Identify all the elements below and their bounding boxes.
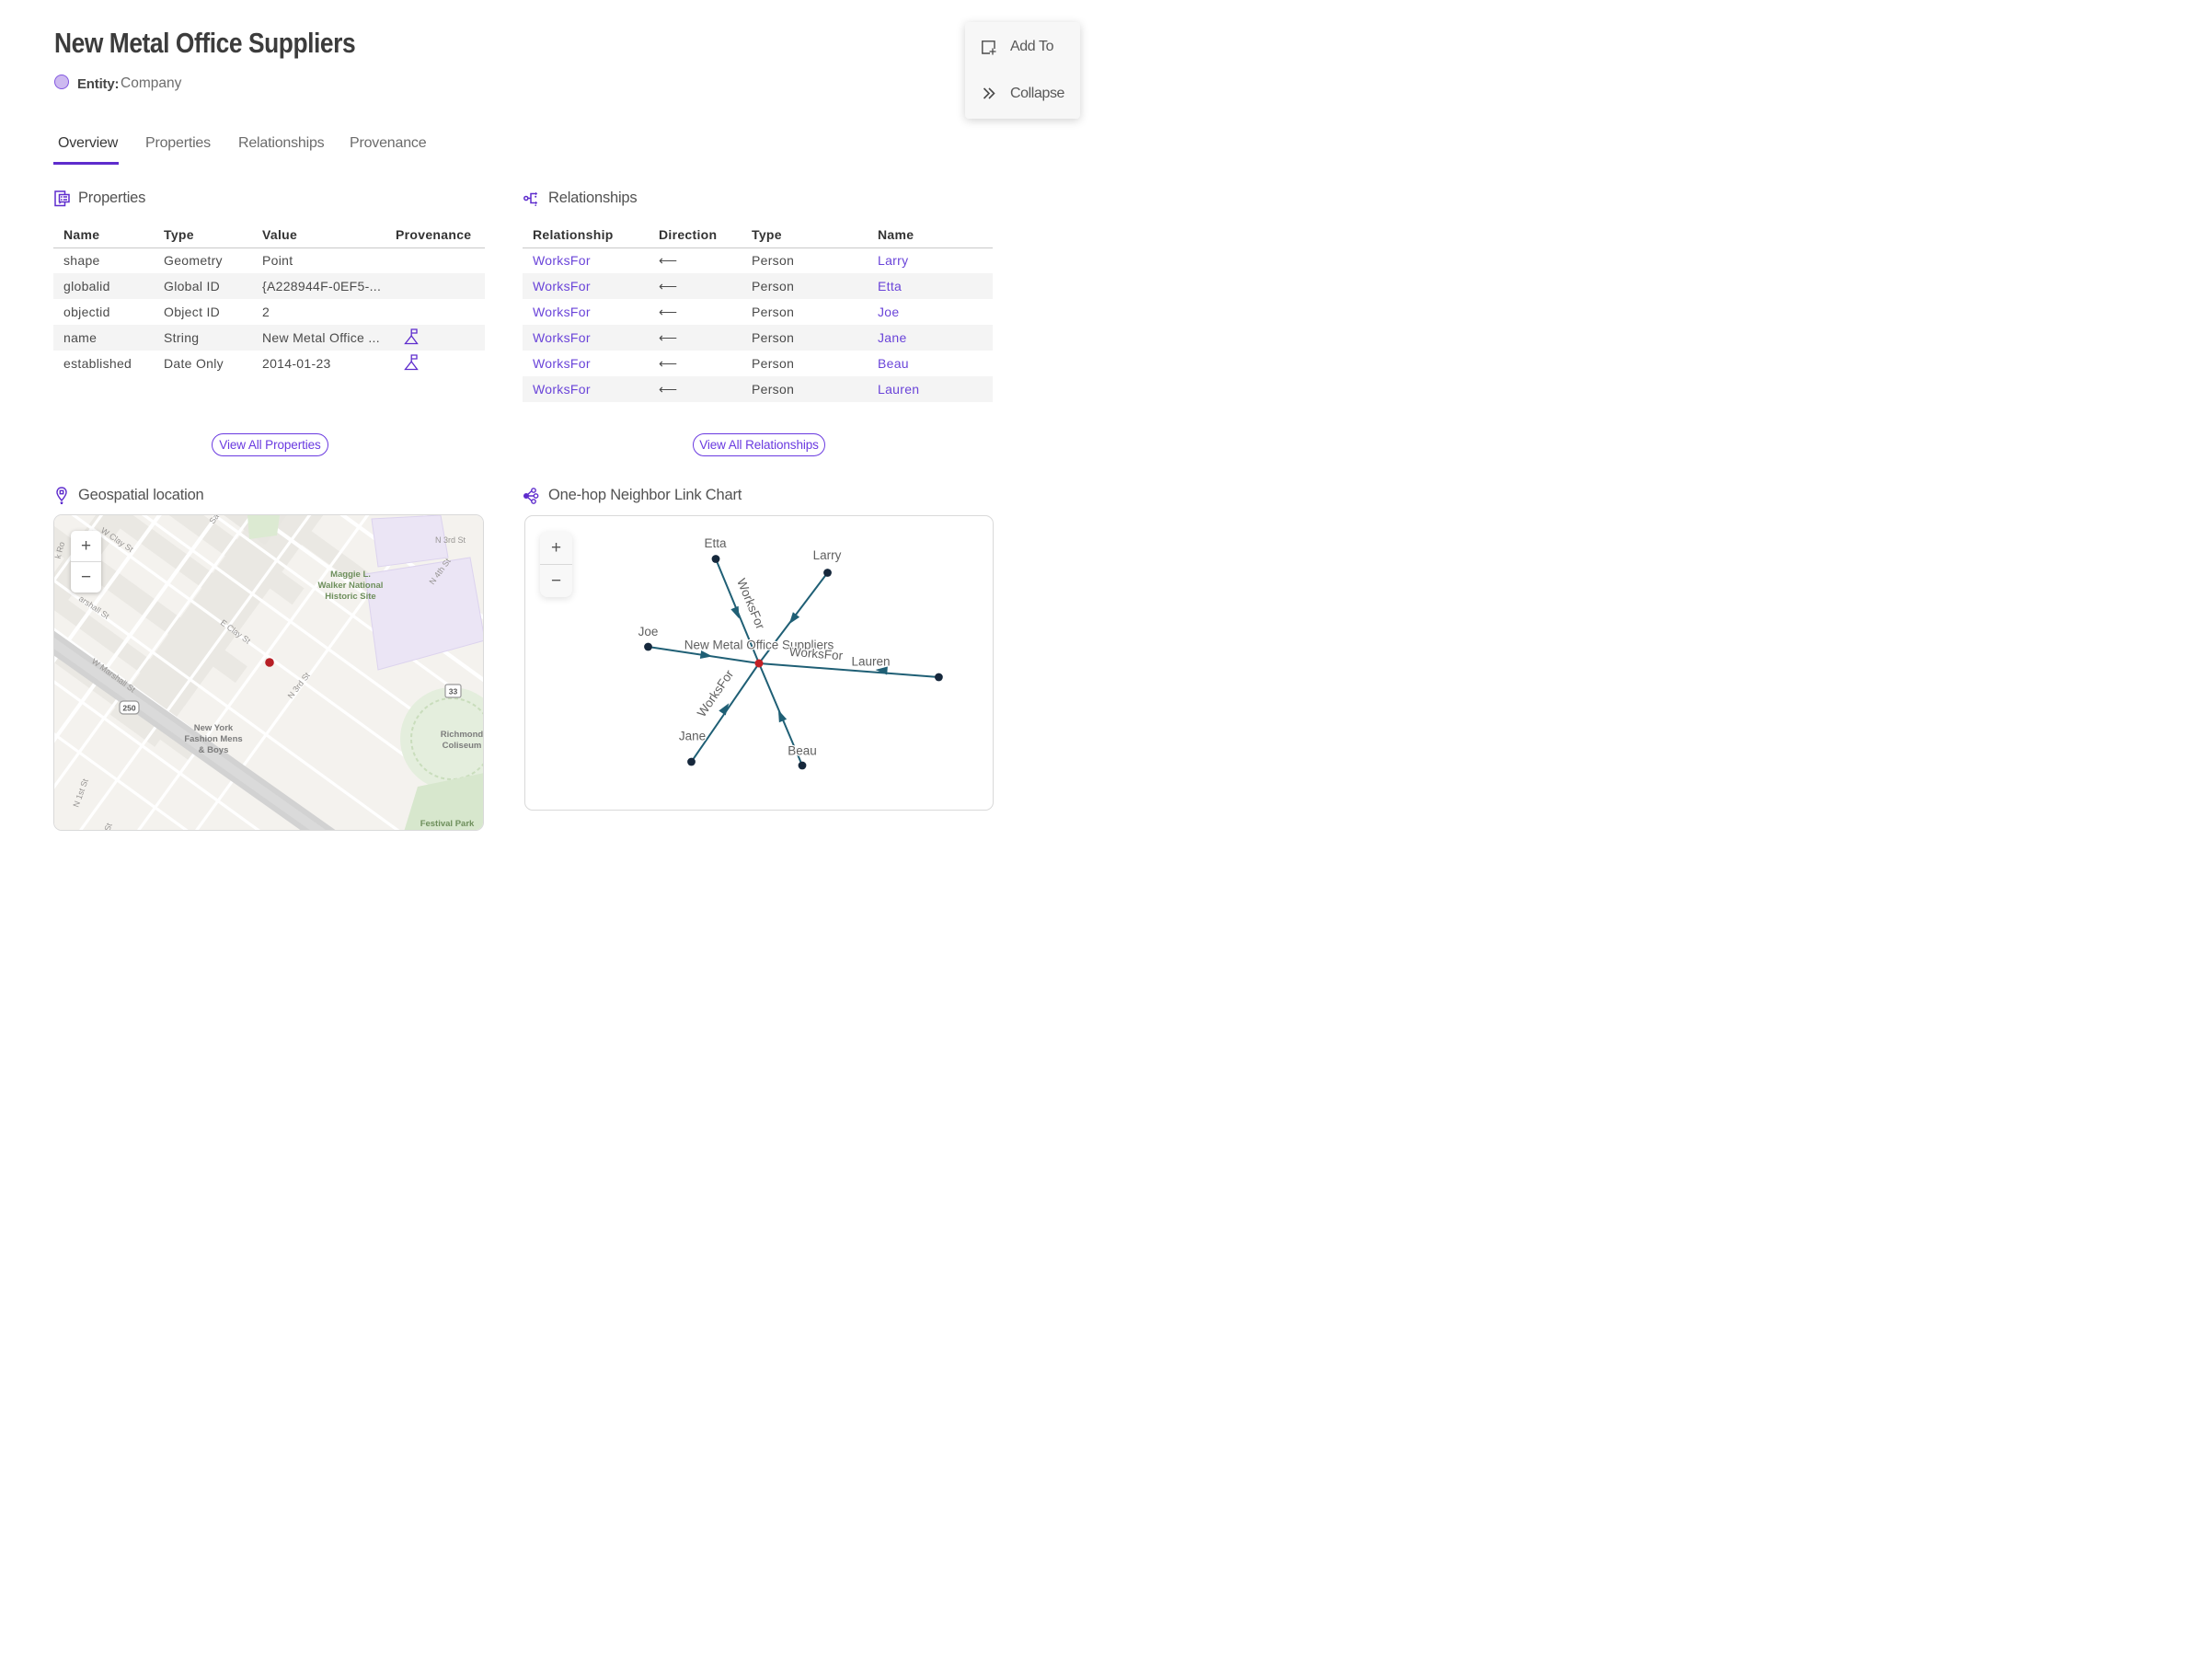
svg-text:WorksFor: WorksFor [695,667,737,719]
svg-text:WorksFor: WorksFor [734,576,767,631]
svg-text:Coliseum: Coliseum [443,741,482,751]
svg-text:33: 33 [449,687,458,696]
svg-text:Lauren: Lauren [851,655,890,669]
svg-text:Fashion Mens: Fashion Mens [184,734,242,744]
svg-text:& Boys: & Boys [199,745,229,755]
svg-text:Walker National: Walker National [318,581,384,591]
svg-text:N 3rd St: N 3rd St [435,535,466,545]
svg-text:Etta: Etta [704,536,727,550]
svg-text:Festival Park: Festival Park [420,819,475,829]
svg-text:New York: New York [194,723,234,733]
svg-text:WorksFor: WorksFor [788,645,844,663]
svg-text:Larry: Larry [813,548,842,562]
svg-text:Jane: Jane [679,730,706,743]
svg-text:Maggie L.: Maggie L. [330,570,371,580]
svg-text:Richmond: Richmond [441,730,484,740]
svg-text:Joe: Joe [638,625,659,639]
svg-text:250: 250 [122,704,135,713]
svg-text:Beau: Beau [788,744,817,758]
svg-text:Historic Site: Historic Site [325,592,375,602]
